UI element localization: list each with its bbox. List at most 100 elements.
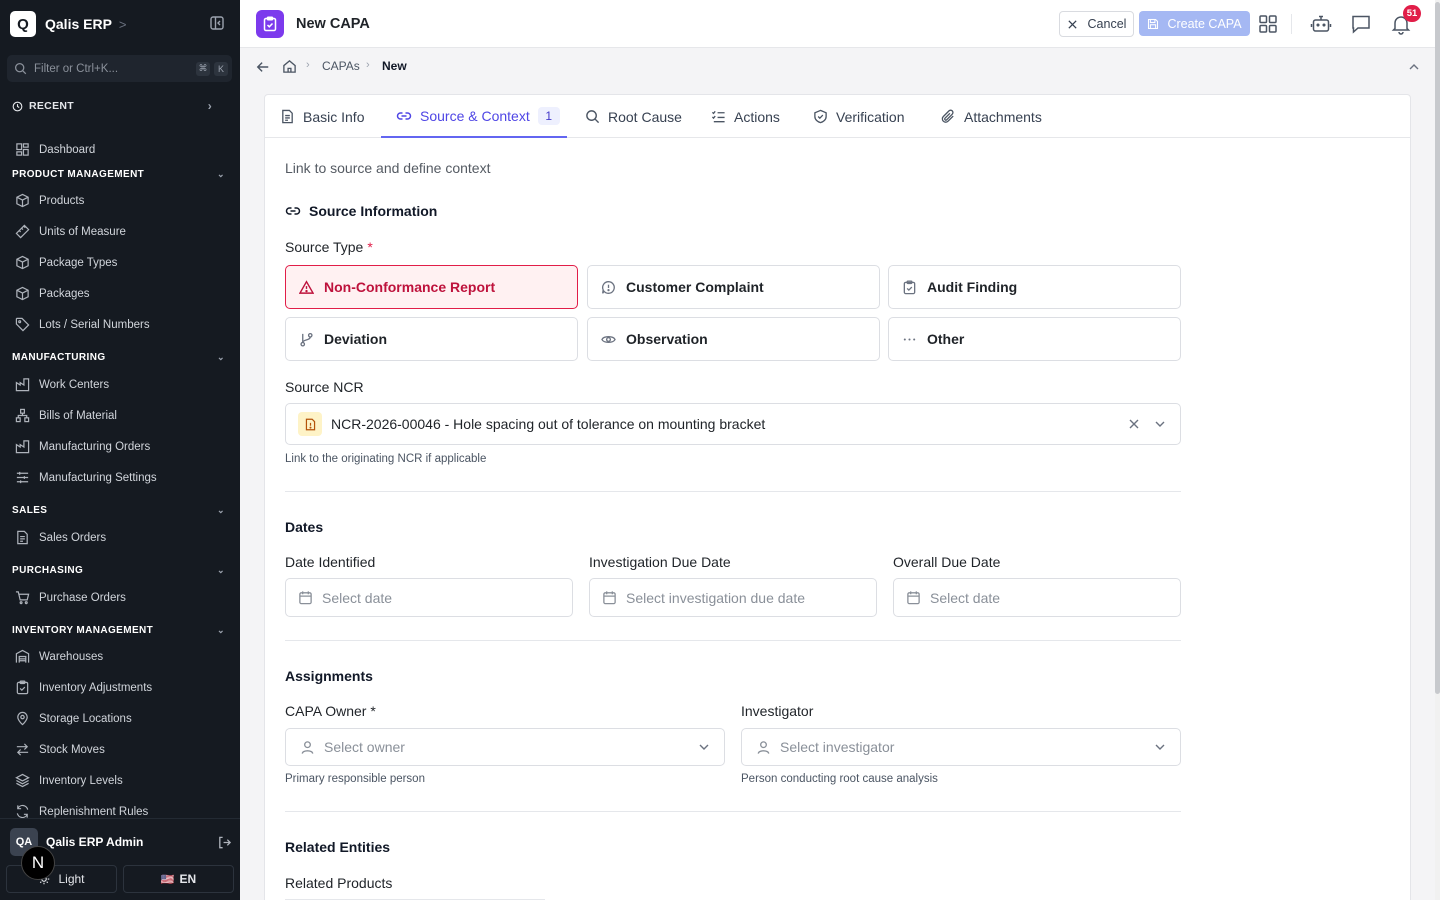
file-icon (282, 109, 293, 124)
chat-icon[interactable] (1350, 13, 1372, 35)
nav-label: Purchase Orders (39, 591, 126, 604)
chevron-down-icon: ⌄ (217, 169, 225, 179)
source-type-ncr[interactable]: Non-Conformance Report (285, 265, 578, 309)
chevron-down-icon[interactable] (1154, 418, 1166, 430)
investigator-select[interactable]: Select investigator (741, 728, 1181, 766)
section-sales[interactable]: SALES ⌄ (12, 505, 227, 516)
assignments-heading: Assignments (285, 668, 373, 684)
section-label: SALES (12, 505, 48, 516)
date-identified-input[interactable]: Select date (285, 578, 573, 617)
nav-manufacturing-orders[interactable]: Manufacturing Orders (15, 439, 225, 454)
nav-purchase-orders[interactable]: Purchase Orders (15, 590, 225, 605)
source-type-deviation[interactable]: Deviation (285, 317, 578, 361)
section-inventory-management[interactable]: INVENTORY MANAGEMENT ⌄ (12, 625, 227, 636)
section-label: MANUFACTURING (12, 352, 106, 363)
section-label: INVENTORY MANAGEMENT (12, 625, 154, 636)
tab-basic-info[interactable]: Basic Info (280, 95, 364, 138)
section-manufacturing[interactable]: MANUFACTURING ⌄ (12, 352, 227, 363)
sidebar-filter-input[interactable]: Filter or Ctrl+K... ⌘ K (7, 55, 232, 82)
tab-source-context[interactable]: Source & Context 1 (381, 95, 567, 138)
user-icon (757, 740, 770, 754)
nav-work-centers[interactable]: Work Centers (15, 377, 225, 392)
option-label: Observation (626, 331, 708, 347)
nav-products[interactable]: Products (15, 193, 225, 208)
calendar-icon (907, 591, 920, 605)
source-type-customer-complaint[interactable]: Customer Complaint (587, 265, 880, 309)
section-product-management[interactable]: PRODUCT MANAGEMENT ⌄ (12, 169, 227, 180)
nav-sales-orders[interactable]: Sales Orders (15, 530, 225, 545)
bot-icon[interactable] (1310, 13, 1332, 35)
nav-bills-of-material[interactable]: Bills of Material (15, 408, 225, 423)
package-icon (16, 286, 29, 301)
overall-due-input[interactable]: Select date (893, 578, 1181, 617)
recent-label: RECENT (29, 100, 74, 112)
nav-manufacturing-settings[interactable]: Manufacturing Settings (15, 470, 225, 485)
source-type-audit-finding[interactable]: Audit Finding (888, 265, 1181, 309)
section-title: Source Information (309, 203, 438, 219)
dev-tools-badge[interactable]: N (21, 846, 55, 880)
date-identified-label: Date Identified (285, 554, 376, 570)
chevron-down-icon: ⌄ (217, 505, 225, 515)
breadcrumb: › CAPAs › New (240, 48, 1435, 86)
sidebar-collapse-icon[interactable] (209, 15, 225, 31)
home-icon[interactable] (282, 59, 297, 74)
nav-stock-moves[interactable]: Stock Moves (15, 742, 225, 757)
logout-icon[interactable] (217, 835, 232, 850)
nav-inventory-levels[interactable]: Inventory Levels (15, 773, 225, 788)
source-information-heading: Source Information (285, 203, 437, 219)
create-capa-button[interactable]: Create CAPA (1139, 11, 1250, 36)
cancel-button[interactable]: Cancel (1059, 11, 1134, 37)
source-type-label: Source Type * (285, 239, 373, 255)
clear-icon[interactable] (1128, 418, 1140, 430)
nav-units-of-measure[interactable]: Units of Measure (15, 224, 225, 239)
overall-due-label: Overall Due Date (893, 554, 1001, 570)
source-ncr-value: NCR-2026-00046 - Hole spacing out of tol… (331, 416, 766, 432)
filter-placeholder: Filter or Ctrl+K... (34, 62, 119, 75)
page-scrollbar-thumb[interactable] (1435, 2, 1440, 694)
chevron-down-icon (1155, 744, 1165, 750)
nav-label: Sales Orders (39, 531, 107, 544)
calendar-icon (603, 591, 616, 605)
cart-icon (15, 591, 30, 605)
owner-hint: Primary responsible person (285, 773, 425, 785)
breadcrumb-capas[interactable]: CAPAs (322, 59, 360, 73)
nav-replenishment-rules[interactable]: Replenishment Rules (15, 804, 225, 819)
search-icon (14, 62, 27, 75)
top-bar: New CAPA Cancel Create CAPA 51 (240, 0, 1435, 48)
nav-dashboard[interactable]: Dashboard (15, 142, 225, 157)
tab-label: Basic Info (303, 108, 365, 125)
nav-package-types[interactable]: Package Types (15, 255, 225, 270)
source-type-other[interactable]: Other (888, 317, 1181, 361)
nav-inventory-adjustments[interactable]: Inventory Adjustments (15, 680, 225, 695)
source-type-observation[interactable]: Observation (587, 317, 880, 361)
capa-owner-select[interactable]: Select owner (285, 728, 725, 766)
flag-icon: 🇺🇸 (160, 873, 175, 886)
brand[interactable]: Q Qalis ERP > (10, 10, 127, 38)
cancel-label: Cancel (1087, 17, 1127, 31)
language-button[interactable]: 🇺🇸 EN (123, 865, 234, 893)
label-text: Source Type (285, 239, 364, 255)
nav-lots-serial-numbers[interactable]: Lots / Serial Numbers (15, 317, 225, 332)
network-icon (15, 408, 30, 423)
tab-root-cause[interactable]: Root Cause (585, 95, 682, 138)
breadcrumb-separator: › (366, 59, 370, 71)
tab-verification[interactable]: Verification (813, 95, 904, 138)
investigation-due-input[interactable]: Select investigation due date (589, 578, 877, 617)
source-ncr-select[interactable]: NCR-2026-00046 - Hole spacing out of tol… (285, 403, 1181, 445)
chevron-up-icon[interactable] (1408, 61, 1420, 73)
nav-warehouses[interactable]: Warehouses (15, 649, 225, 664)
calendar-icon (299, 591, 312, 605)
divider (285, 811, 1181, 812)
tab-actions[interactable]: Actions (711, 95, 780, 138)
nav-label: Products (39, 194, 85, 207)
tab-attachments[interactable]: Attachments (941, 95, 1042, 138)
apps-icon[interactable] (1257, 13, 1279, 35)
git-branch-icon (300, 332, 313, 347)
nav-label: Stock Moves (39, 743, 105, 756)
nav-storage-locations[interactable]: Storage Locations (15, 711, 225, 726)
recent-toggle[interactable]: RECENT › (12, 99, 212, 113)
nav-packages[interactable]: Packages (15, 286, 225, 301)
file-icon (17, 530, 28, 545)
section-purchasing[interactable]: PURCHASING ⌄ (12, 565, 227, 576)
arrow-left-icon[interactable] (256, 60, 270, 74)
